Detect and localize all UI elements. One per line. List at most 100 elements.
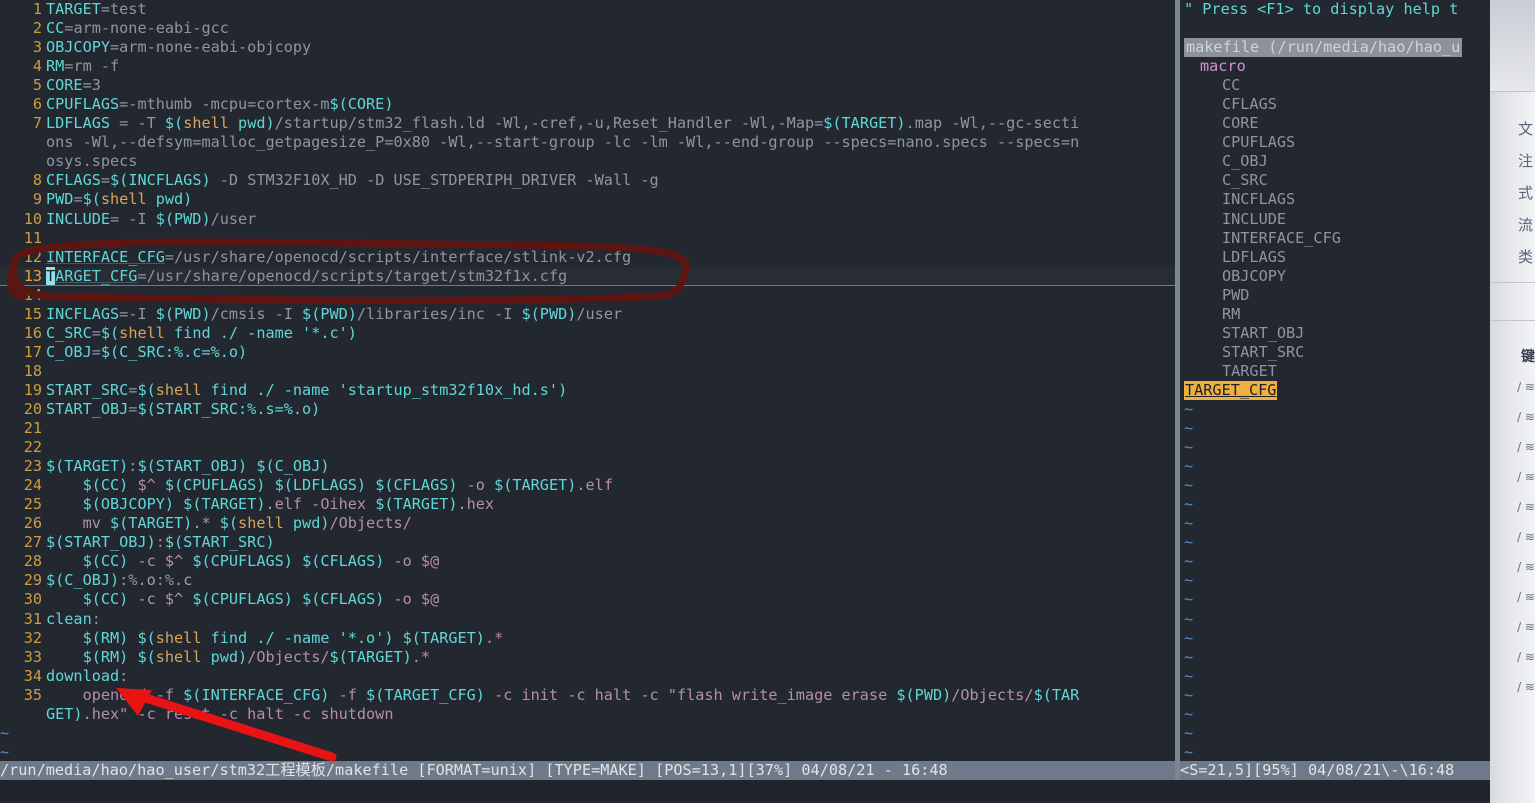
tagbar-item-interface-cfg[interactable]: INTERFACE_CFG [1180,229,1490,248]
screen: 文 注 式 流 类 键 / ≋ / ≋ / ≋ / ≋ / ≋ / ≋ / ≋ … [0,0,1535,803]
editor-line[interactable]: 3 OBJCOPY=arm-none-eabi-objcopy [0,38,1175,57]
tagbar-empty-line-marker: ~ [1180,438,1490,457]
editor-line[interactable]: 22 [0,438,1175,457]
editor-line[interactable]: 30 $(CC) -c $^ $(CPUFLAGS) $(CFLAGS) -o … [0,590,1175,609]
code-token: $( [219,514,239,533]
editor-line[interactable]: 13 TARGET_CFG=/usr/share/openocd/scripts… [0,266,1175,286]
tagbar-empty-line-marker-text: ~ [1184,476,1194,495]
tagbar-item-cc-text: CC [1222,76,1241,95]
editor-line[interactable]: 18 [0,362,1175,381]
editor-line[interactable]: 21 [0,419,1175,438]
code-token: $(CC) [82,552,129,571]
tagbar-spacer [1180,19,1490,38]
editor-line[interactable]: 20 START_OBJ=$(START_SRC:%.s=%.o) [0,400,1175,419]
tagbar-item-core[interactable]: CORE [1180,114,1490,133]
code-token: -c $^ [128,590,193,609]
tagbar-empty-line-marker-text: ~ [1184,552,1194,571]
tagbar-item-incflags[interactable]: INCFLAGS [1180,190,1490,209]
editor-line[interactable]: GET).hex" -c reset -c halt -c shutdown [0,705,1175,724]
editor-line[interactable]: 25 $(OBJCOPY) $(TARGET).elf -Oihex $(TAR… [0,495,1175,514]
editor-line[interactable]: 26 mv $(TARGET).* $(shell pwd)/Objects/ [0,514,1175,533]
code-token: openocd -f [46,685,184,704]
line-number: 20 [23,399,42,418]
editor-line[interactable]: 16 C_SRC=$(shell find ./ -name '*.c') [0,324,1175,343]
tagbar-item-objcopy[interactable]: OBJCOPY [1180,267,1490,286]
code-token: $(CFLAGS) [375,476,458,495]
tagbar-empty-line-marker-text: ~ [1184,685,1194,704]
tagbar-item-cflags[interactable]: CFLAGS [1180,95,1490,114]
line-number: 17 [23,342,42,361]
code-token: $(TARGET) [402,628,485,647]
code-token: clean [46,609,92,628]
code-token: shell [119,323,165,342]
editor-line[interactable]: 9 PWD=$(shell pwd) [0,190,1175,209]
code-token: .map -Wl,--gc-secti [905,114,1080,133]
line-number: 34 [23,666,42,685]
editor-line[interactable]: 29 $(C_OBJ):%.o:%.c [0,571,1175,590]
tagbar-item-c-src[interactable]: C_SRC [1180,171,1490,190]
editor-line[interactable]: 14 [0,286,1175,305]
tagbar-item-pwd[interactable]: PWD [1180,286,1490,305]
tagbar-item-ldflags[interactable]: LDFLAGS [1180,248,1490,267]
tagbar-empty-line-marker: ~ [1180,686,1490,705]
background-window[interactable]: 文 注 式 流 类 键 / ≋ / ≋ / ≋ / ≋ / ≋ / ≋ / ≋ … [1490,0,1535,803]
editor-buffer[interactable]: 1 TARGET=test 2 CC=arm-none-eabi-gcc 3 OBJ… [0,0,1175,780]
line-number: 31 [23,609,42,628]
code-token: $(PWD) [155,209,211,228]
editor-line[interactable]: 32 $(RM) $(shell find ./ -name '*.o') $(… [0,629,1175,648]
tagbar-item-cc[interactable]: CC [1180,76,1490,95]
editor-line[interactable]: 31 clean: [0,610,1175,629]
editor-line[interactable]: 27 $(START_OBJ):$(START_SRC) [0,533,1175,552]
tagbar-item-rm[interactable]: RM [1180,305,1490,324]
line-number: 3 [32,38,42,57]
editor-line[interactable]: ons -Wl,--defsym=malloc_getpagesize_P=0x… [0,133,1175,152]
code-token: $(C_OBJ) [46,571,120,590]
vim-command-line[interactable] [0,780,1490,803]
code-token: $(TARGET) [46,457,129,476]
editor-line[interactable]: 23 $(TARGET):$(START_OBJ) $(C_OBJ) [0,457,1175,476]
tagbar-item-include[interactable]: INCLUDE [1180,210,1490,229]
vim-editor-window[interactable]: 1 TARGET=test 2 CC=arm-none-eabi-gcc 3 OBJ… [0,0,1175,803]
editor-line[interactable]: 11 [0,229,1175,248]
tagbar-panel[interactable]: " Press <F1> to display help t makefile … [1180,0,1490,803]
gutter-padding [42,229,46,248]
editor-line[interactable]: 1 TARGET=test [0,0,1175,19]
editor-line[interactable]: 28 $(CC) -c $^ $(CPUFLAGS) $(CFLAGS) -o … [0,552,1175,571]
editor-line[interactable]: 24 $(CC) $^ $(CPUFLAGS) $(LDFLAGS) $(CFL… [0,476,1175,495]
bg-row: / ≋ [1517,650,1535,664]
tagbar-file-header[interactable]: makefile (/run/media/hao/hao_u [1180,38,1490,58]
tagbar-item-c-obj[interactable]: C_OBJ [1180,152,1490,171]
tagbar-item-cpuflags[interactable]: CPUFLAGS [1180,133,1490,152]
tagbar-empty-line-marker: ~ [1180,705,1490,724]
editor-line[interactable]: 10 INCLUDE= -I $(PWD)/user [0,210,1175,229]
editor-line[interactable]: 6 CPUFLAGS=-mthumb -mcpu=cortex-m$(CORE) [0,95,1175,114]
editor-line[interactable]: osys.specs [0,152,1175,171]
tagbar-kind-macro[interactable]: macro [1180,57,1490,76]
editor-line[interactable]: 34 download: [0,667,1175,686]
editor-line[interactable]: 15 INCFLAGS=-I $(PWD)/cmsis -I $(PWD)/li… [0,305,1175,324]
editor-line[interactable]: 33 $(RM) $(shell pwd)/Objects/$(TARGET).… [0,648,1175,667]
tagbar-item-start-obj[interactable]: START_OBJ [1180,324,1490,343]
code-token: C_OBJ [46,342,92,361]
editor-line[interactable]: 35 openocd -f $(INTERFACE_CFG) -f $(TARG… [0,686,1175,705]
tagbar-empty-line-marker: ~ [1180,667,1490,686]
code-token: CC [46,19,65,38]
tagbar-item-target-cfg[interactable]: TARGET_CFG [1180,380,1490,400]
code-token: $(RM) [82,628,129,647]
editor-line[interactable]: 5 CORE=3 [0,76,1175,95]
editor-line[interactable]: 8 CFLAGS=$(INCFLAGS) -D STM32F10X_HD -D … [0,171,1175,190]
tagbar-empty-line-marker-text: ~ [1184,399,1194,418]
editor-line[interactable]: 17 C_OBJ=$(C_SRC:%.c=%.o) [0,343,1175,362]
editor-line[interactable]: 2 CC=arm-none-eabi-gcc [0,19,1175,38]
code-token: .hex" -c reset -c halt -c shutdown [82,704,394,723]
code-token: -f [329,685,367,704]
editor-line[interactable]: 7 LDFLAGS = -T $(shell pwd)/startup/stm3… [0,114,1175,133]
line-number: 10 [23,209,42,228]
tagbar-item-target[interactable]: TARGET [1180,362,1490,381]
line-number: 23 [23,457,42,476]
tagbar-item-start-src[interactable]: START_SRC [1180,343,1490,362]
code-token: GET) [46,704,83,723]
editor-line[interactable]: 4 RM=rm -f [0,57,1175,76]
editor-line[interactable]: 12 INTERFACE_CFG=/usr/share/openocd/scri… [0,248,1175,267]
editor-line[interactable]: 19 START_SRC=$(shell find ./ -name 'star… [0,381,1175,400]
